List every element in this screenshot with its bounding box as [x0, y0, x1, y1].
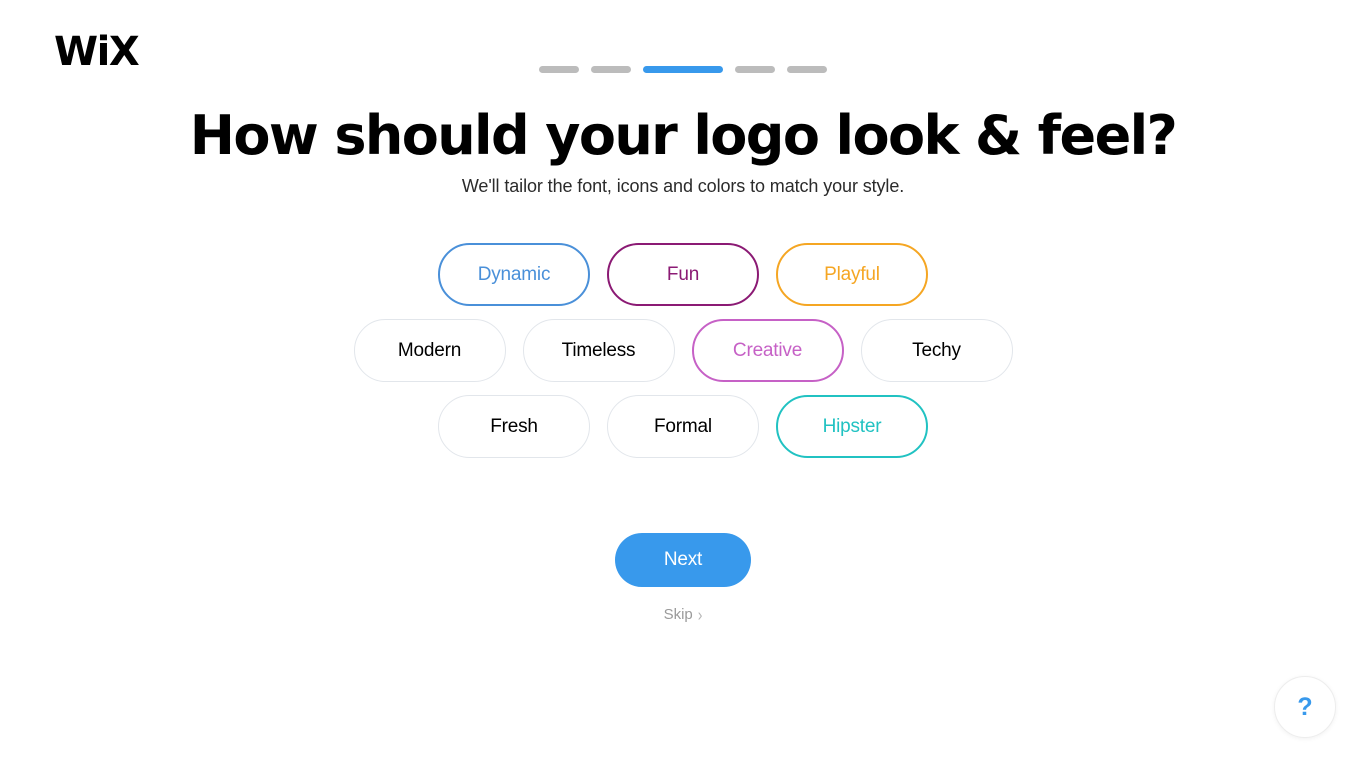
style-chip-creative[interactable]: Creative [691, 319, 844, 382]
style-chip-modern[interactable]: Modern [353, 319, 506, 382]
page-subtitle: We'll tailor the font, icons and colors … [461, 176, 905, 196]
progress-step-2 [591, 66, 631, 73]
progress-step-1 [539, 66, 579, 73]
question-mark-icon: ? [1297, 692, 1313, 721]
chevron-right-icon: › [697, 604, 703, 624]
style-chip-hipster[interactable]: Hipster [776, 395, 928, 458]
logo-maker-style-page: WiX How should your logo look & feel? We… [0, 0, 1366, 768]
style-chip-row-1: Dynamic Fun Playful [0, 243, 1366, 306]
style-chip-fun[interactable]: Fun [607, 243, 759, 306]
progress-step-4 [735, 66, 775, 73]
progress-step-5 [787, 66, 827, 73]
style-chip-fresh[interactable]: Fresh [438, 395, 590, 458]
next-button[interactable]: Next [615, 533, 751, 587]
style-chip-group: Dynamic Fun Playful Modern Timeless Creative T… [0, 243, 1366, 471]
style-chip-row-3: Fresh Formal Hipster [0, 395, 1366, 458]
style-chip-dynamic[interactable]: Dynamic [438, 243, 590, 306]
page-title: How should your logo look & feel? [189, 104, 1178, 167]
help-button[interactable]: ? [1274, 676, 1336, 738]
style-chip-timeless[interactable]: Timeless [522, 319, 675, 382]
progress-indicator [0, 66, 1366, 73]
progress-step-3 [643, 66, 723, 73]
style-chip-playful[interactable]: Playful [776, 243, 928, 306]
skip-link[interactable]: Skip › [0, 604, 1366, 624]
style-chip-formal[interactable]: Formal [607, 395, 759, 458]
skip-label: Skip [663, 606, 693, 623]
style-chip-techy[interactable]: Techy [860, 319, 1013, 382]
style-chip-row-2: Modern Timeless Creative Techy [0, 319, 1366, 382]
